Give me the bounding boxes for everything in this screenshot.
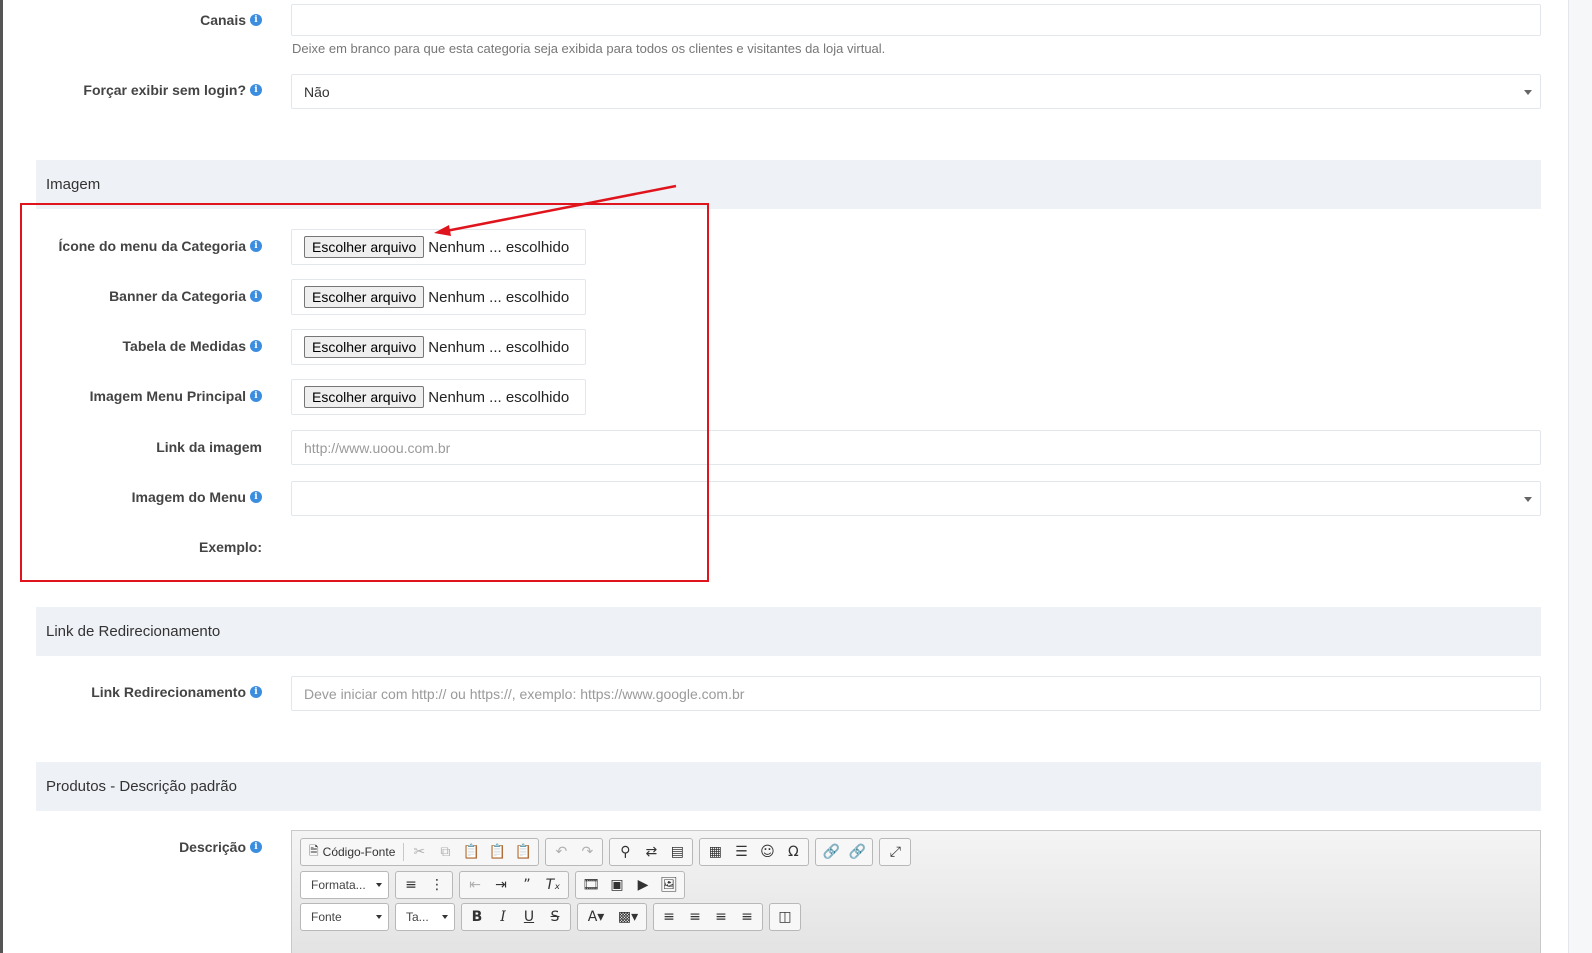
forcar-login-value: Não	[304, 83, 330, 100]
toolbar-group-blocks: ◫	[769, 903, 801, 931]
bulleted-list-icon[interactable]: ⋮	[424, 873, 450, 897]
toolbar-row-2: Formata... ≡ ⋮ ⇤ ⇥ ” Tₓ 🎞 ▣ ▶ 🖼	[300, 871, 685, 899]
toolbar-group-insert: ▦ ☰ ☺ Ω	[699, 838, 810, 866]
underline-icon[interactable]: U	[516, 905, 542, 929]
toolbar-group-undo: ↶ ↷	[545, 838, 604, 866]
toolbar-group-maximize: ⤢	[879, 838, 912, 866]
link-icon[interactable]: 🔗	[818, 840, 844, 864]
toolbar-group-colors: A▾ ▩▾	[577, 903, 647, 931]
smiley-icon[interactable]: ☺	[754, 840, 780, 864]
annotation-highlight-box	[20, 203, 709, 582]
remove-format-icon[interactable]: Tₓ	[540, 873, 566, 897]
canais-label: Canais i	[0, 12, 262, 28]
link-redirecionamento-input[interactable]: Deve iniciar com http:// ou https://, ex…	[291, 676, 1541, 711]
chevron-down-icon	[442, 915, 448, 919]
bold-icon[interactable]: B	[464, 905, 490, 929]
find-icon[interactable]: ⚲	[612, 840, 638, 864]
chevron-down-icon	[376, 915, 382, 919]
justify-icon[interactable]: ≡	[734, 905, 760, 929]
copy-icon[interactable]: ⧉	[432, 840, 458, 864]
table-icon[interactable]: ▦	[702, 840, 728, 864]
numbered-list-icon[interactable]: ≡	[398, 873, 424, 897]
bg-color-icon[interactable]: ▩▾	[612, 905, 644, 929]
link-redirecionamento-label: Link Redirecionamento i	[0, 684, 262, 700]
descricao-label: Descrição i	[0, 839, 262, 855]
toolbar-group-basic-styles: B I U S	[461, 903, 571, 931]
strike-icon[interactable]: S	[542, 905, 568, 929]
iframe-icon[interactable]: ▣	[604, 873, 630, 897]
chevron-down-icon	[1524, 497, 1532, 502]
hr-icon[interactable]: ☰	[728, 840, 754, 864]
paste-text-icon[interactable]: 📋	[484, 840, 510, 864]
window-left-edge	[0, 0, 3, 953]
outdent-icon[interactable]: ⇤	[462, 873, 488, 897]
link-redirecionamento-placeholder: Deve iniciar com http:// ou https://, ex…	[304, 685, 745, 702]
section-link-redirecionamento: Link de Redirecionamento	[36, 607, 1541, 656]
font-size-dropdown[interactable]: Ta...	[395, 903, 455, 931]
font-dropdown[interactable]: Fonte	[300, 903, 389, 931]
chevron-down-icon	[1524, 90, 1532, 95]
source-button[interactable]: 🗎 Código-Fonte	[303, 840, 401, 864]
toolbar-group-link: 🔗 🔗	[815, 838, 874, 866]
paste-icon[interactable]: 📋	[458, 840, 484, 864]
toolbar-row-3: Fonte Ta... B I U S A▾ ▩▾ ≡ ≡ ≡ ≡ ◫	[300, 903, 801, 931]
special-char-icon[interactable]: Ω	[780, 840, 806, 864]
source-icon: 🗎	[309, 843, 319, 858]
replace-icon[interactable]: ⇄	[638, 840, 664, 864]
right-scroll-area[interactable]	[1568, 0, 1592, 953]
toolbar-group-find: ⚲ ⇄ ▤	[609, 838, 694, 866]
align-left-icon[interactable]: ≡	[656, 905, 682, 929]
flash-icon[interactable]: 🎞	[578, 873, 604, 897]
canais-input[interactable]	[291, 4, 1541, 36]
unlink-icon[interactable]: 🔗	[844, 840, 870, 864]
paste-word-icon[interactable]: 📋	[510, 840, 536, 864]
forcar-login-select[interactable]: Não	[291, 74, 1541, 109]
maximize-icon[interactable]: ⤢	[882, 840, 908, 864]
toolbar-group-media: 🎞 ▣ ▶ 🖼	[575, 871, 685, 899]
redo-icon[interactable]: ↷	[574, 840, 600, 864]
section-produtos-descricao: Produtos - Descrição padrão	[36, 762, 1541, 811]
info-icon[interactable]: i	[250, 84, 262, 96]
info-icon[interactable]: i	[250, 686, 262, 698]
rich-text-editor[interactable]: 🗎 Código-Fonte ✂ ⧉ 📋 📋 📋 ↶ ↷ ⚲ ⇄ ▤ ▦ ☰ ☺…	[291, 830, 1541, 953]
italic-icon[interactable]: I	[490, 905, 516, 929]
blockquote-icon[interactable]: ”	[514, 873, 540, 897]
toolbar-group-indent: ⇤ ⇥ ” Tₓ	[459, 871, 569, 899]
show-blocks-icon[interactable]: ◫	[772, 905, 798, 929]
toolbar-group-source: 🗎 Código-Fonte ✂ ⧉ 📋 📋 📋	[300, 838, 540, 866]
format-dropdown[interactable]: Formata...	[300, 871, 389, 899]
select-all-icon[interactable]: ▤	[664, 840, 690, 864]
toolbar-group-lists: ≡ ⋮	[395, 871, 453, 899]
image-icon[interactable]: 🖼	[656, 873, 682, 897]
align-center-icon[interactable]: ≡	[682, 905, 708, 929]
info-icon[interactable]: i	[250, 14, 262, 26]
info-icon[interactable]: i	[250, 841, 262, 853]
toolbar-group-align: ≡ ≡ ≡ ≡	[653, 903, 763, 931]
toolbar-row-1: 🗎 Código-Fonte ✂ ⧉ 📋 📋 📋 ↶ ↷ ⚲ ⇄ ▤ ▦ ☰ ☺…	[300, 838, 912, 866]
cut-icon[interactable]: ✂	[406, 840, 432, 864]
section-imagem: Imagem	[36, 160, 1541, 209]
forcar-login-label: Forçar exibir sem login? i	[0, 82, 262, 98]
indent-icon[interactable]: ⇥	[488, 873, 514, 897]
youtube-icon[interactable]: ▶	[630, 873, 656, 897]
text-color-icon[interactable]: A▾	[580, 905, 612, 929]
chevron-down-icon	[376, 883, 382, 887]
canais-help-text: Deixe em branco para que esta categoria …	[292, 41, 886, 56]
separator	[403, 843, 405, 861]
undo-icon[interactable]: ↶	[548, 840, 574, 864]
align-right-icon[interactable]: ≡	[708, 905, 734, 929]
